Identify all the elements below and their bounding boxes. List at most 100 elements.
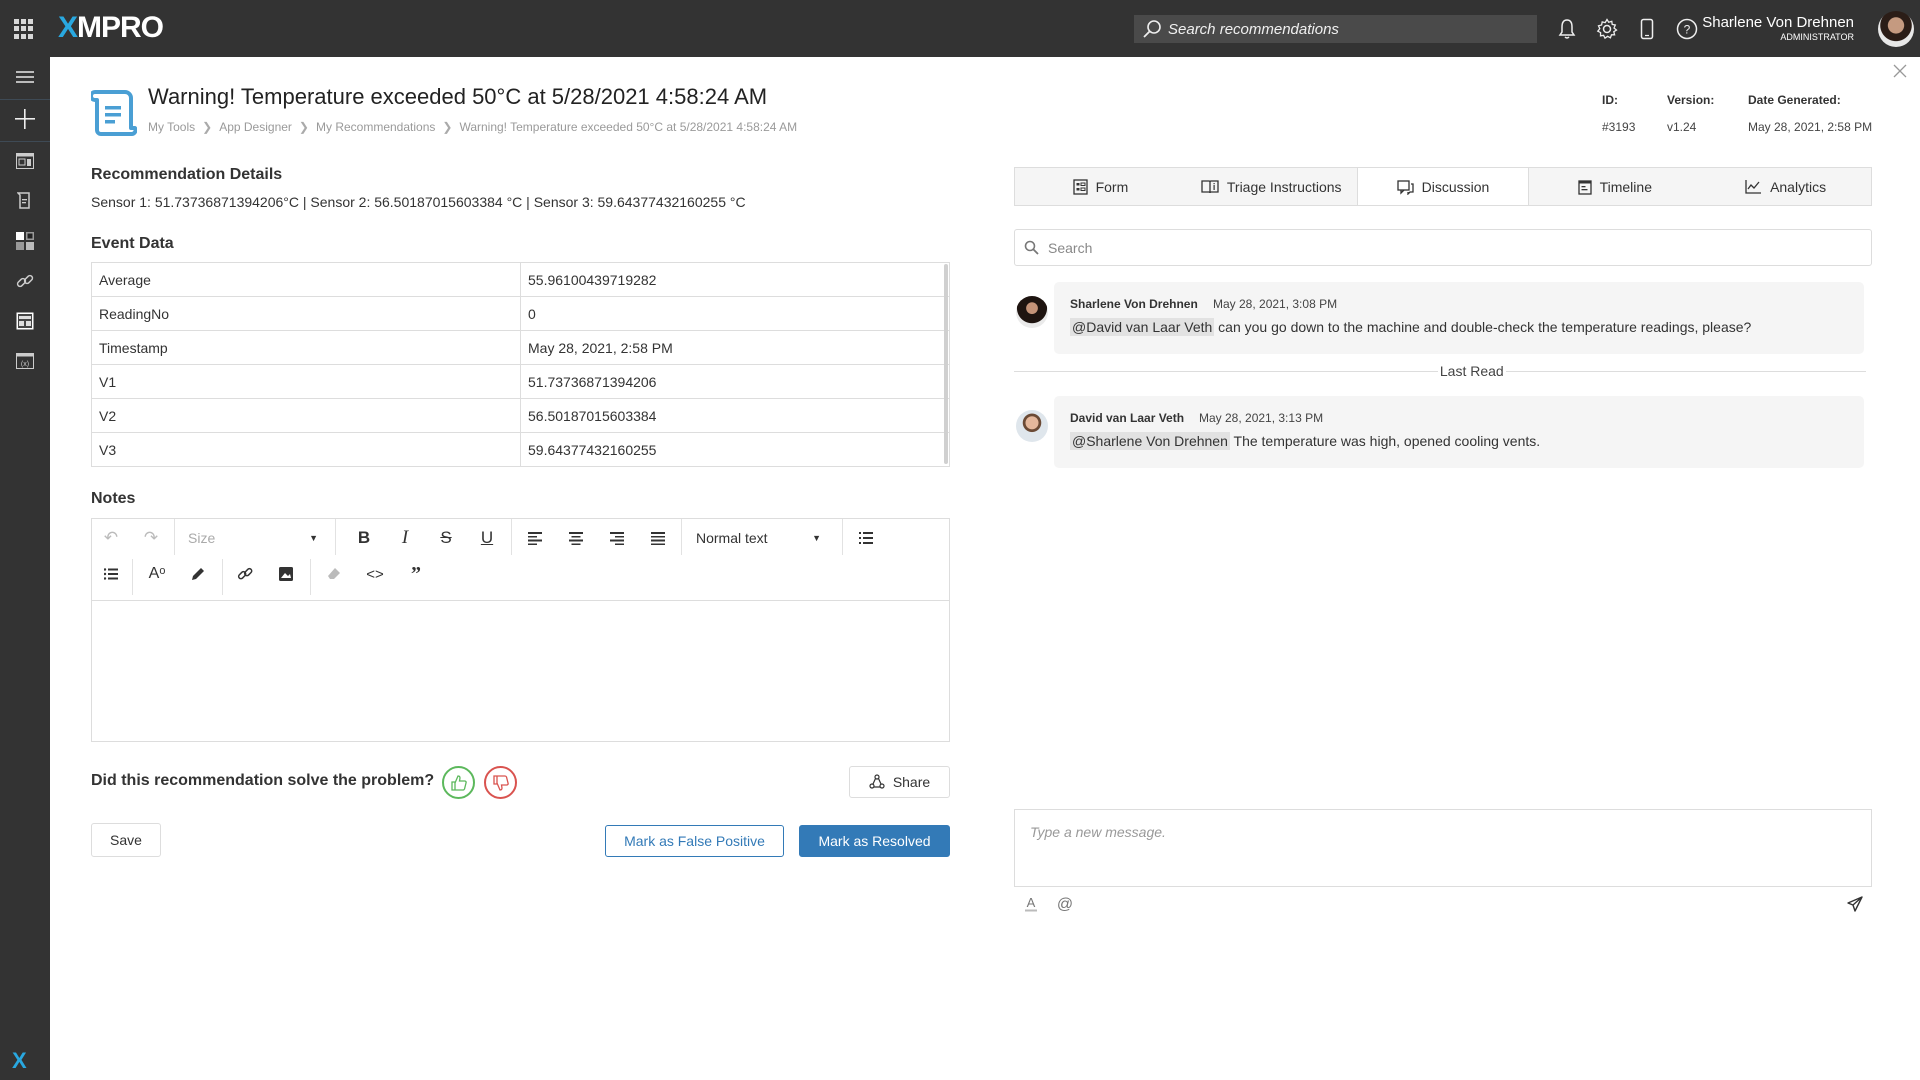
chevron-right-icon: ❯ (442, 120, 453, 134)
dashboard-icon[interactable] (0, 141, 50, 181)
align-justify-icon[interactable] (643, 523, 673, 553)
event-key: Timestamp (91, 330, 521, 365)
add-icon[interactable] (0, 99, 50, 139)
notes-editor: ↶ ↷ Size ▼ B I S U Normal text ▼ Aᵒ <> ” (91, 518, 950, 742)
table-row: V2 56.50187015603384 (91, 398, 950, 433)
mention-tag[interactable]: @David van Laar Veth (1070, 318, 1215, 336)
widgets-icon[interactable] (0, 221, 50, 261)
message-item: Sharlene Von Drehnen May 28, 2021, 3:08 … (1054, 282, 1864, 354)
strikethrough-icon[interactable]: S (431, 523, 461, 553)
font-size-select[interactable]: Size ▼ (188, 523, 318, 553)
new-message-input[interactable]: Type a new message. (1014, 809, 1872, 887)
logo-text: MPRO (77, 11, 164, 44)
text-format-icon[interactable]: A (1020, 893, 1042, 915)
notes-content-area[interactable] (92, 600, 949, 741)
align-right-icon[interactable] (602, 523, 632, 553)
tab-label: Analytics (1770, 178, 1827, 195)
tab-timeline[interactable]: Timeline (1529, 168, 1700, 205)
avatar-david[interactable] (1016, 410, 1048, 442)
mention-icon[interactable]: @ (1054, 893, 1076, 915)
tab-label: Discussion (1421, 178, 1490, 195)
help-icon[interactable]: ? (1674, 16, 1700, 42)
gear-icon[interactable] (1594, 16, 1620, 42)
table-row: Average 55.96100439719282 (91, 262, 950, 297)
search-recommendations-input[interactable]: Search recommendations (1134, 15, 1537, 43)
recommendation-icon[interactable] (0, 181, 50, 221)
thumbs-down-icon (492, 774, 509, 791)
font-color-icon[interactable]: Aᵒ (142, 559, 172, 589)
meta-id: ID: #3193 (1602, 93, 1635, 134)
text-style-select[interactable]: Normal text ▼ (696, 523, 821, 553)
event-value: 55.96100439719282 (520, 262, 950, 297)
logo-x: X (58, 11, 78, 44)
tab-form[interactable]: Form (1015, 168, 1186, 205)
send-icon[interactable] (1844, 893, 1866, 915)
user-name[interactable]: Sharlene Von Drehnen (1702, 14, 1854, 31)
tab-analytics[interactable]: Analytics (1700, 168, 1871, 205)
bell-icon[interactable] (1554, 16, 1580, 42)
quote-icon[interactable]: ” (401, 559, 431, 589)
xmpro-logo[interactable]: XMPRO (58, 11, 164, 44)
message-author[interactable]: Sharlene Von Drehnen (1070, 297, 1198, 311)
message-text: @Sharlene Von Drehnen The temperature wa… (1070, 432, 1540, 450)
share-button[interactable]: Share (849, 766, 950, 798)
redo-icon[interactable]: ↷ (136, 523, 166, 553)
mark-resolved-button[interactable]: Mark as Resolved (799, 825, 950, 857)
mark-false-positive-button[interactable]: Mark as False Positive (605, 825, 784, 857)
toolbar-divider (681, 519, 682, 555)
mention-tag[interactable]: @Sharlene Von Drehnen (1070, 432, 1230, 450)
new-message-placeholder: Type a new message. (1030, 824, 1166, 840)
xmpro-small-logo[interactable]: X (12, 1048, 27, 1074)
last-read-label: Last Read (1439, 363, 1504, 379)
ordered-list-icon[interactable] (851, 523, 881, 553)
svg-text:(x): (x) (21, 361, 29, 368)
eraser-icon[interactable] (319, 559, 349, 589)
avatar-sharlene[interactable] (1016, 296, 1048, 328)
share-icon (869, 774, 885, 789)
table-row: V1 51.73736871394206 (91, 364, 950, 399)
menu-icon[interactable] (0, 57, 50, 97)
last-read-divider: Last Read (1014, 363, 1866, 379)
italic-icon[interactable]: I (390, 523, 420, 553)
close-icon[interactable] (1893, 64, 1911, 82)
mobile-icon[interactable] (1634, 16, 1660, 42)
toolbar-divider (310, 559, 311, 595)
chat-icon (1396, 179, 1414, 195)
breadcrumb: My Tools ❯ App Designer ❯ My Recommendat… (148, 120, 797, 134)
highlight-pen-icon[interactable] (183, 559, 213, 589)
event-value: May 28, 2021, 2:58 PM (520, 330, 950, 365)
underline-icon[interactable]: U (472, 523, 502, 553)
thumbs-up-button[interactable] (442, 766, 475, 799)
breadcrumb-app-designer[interactable]: App Designer (219, 120, 292, 134)
toolbar-divider (132, 559, 133, 595)
event-table-scrollbar[interactable] (944, 264, 948, 464)
tab-discussion[interactable]: Discussion (1356, 168, 1530, 205)
image-icon[interactable] (271, 559, 301, 589)
tab-triage-instructions[interactable]: Triage Instructions (1186, 168, 1357, 205)
apps-grid-icon[interactable] (14, 19, 34, 39)
save-button[interactable]: Save (91, 823, 161, 857)
variable-icon[interactable]: (x) (0, 341, 50, 381)
code-icon[interactable]: <> (360, 559, 390, 589)
bullet-list-icon[interactable] (96, 559, 126, 589)
svg-text:@: @ (1057, 896, 1073, 913)
thumbs-down-button[interactable] (484, 766, 517, 799)
link-icon[interactable] (230, 559, 260, 589)
breadcrumb-my-tools[interactable]: My Tools (148, 120, 195, 134)
toolbar-divider (335, 519, 336, 555)
tab-label: Timeline (1599, 178, 1652, 195)
message-timestamp: May 28, 2021, 3:13 PM (1199, 411, 1324, 425)
divider-line (1505, 370, 1866, 372)
date-generated-value: May 28, 2021, 2:58 PM (1748, 120, 1873, 134)
link-icon[interactable] (0, 261, 50, 301)
user-avatar[interactable] (1878, 11, 1914, 47)
breadcrumb-my-recommendations[interactable]: My Recommendations (316, 120, 435, 134)
app-icon[interactable] (0, 301, 50, 341)
notes-heading: Notes (91, 490, 136, 507)
align-center-icon[interactable] (561, 523, 591, 553)
align-left-icon[interactable] (520, 523, 550, 553)
discussion-search-input[interactable]: Search (1014, 229, 1872, 266)
message-author[interactable]: David van Laar Veth (1070, 411, 1184, 425)
undo-icon[interactable]: ↶ (96, 523, 126, 553)
bold-icon[interactable]: B (349, 523, 379, 553)
